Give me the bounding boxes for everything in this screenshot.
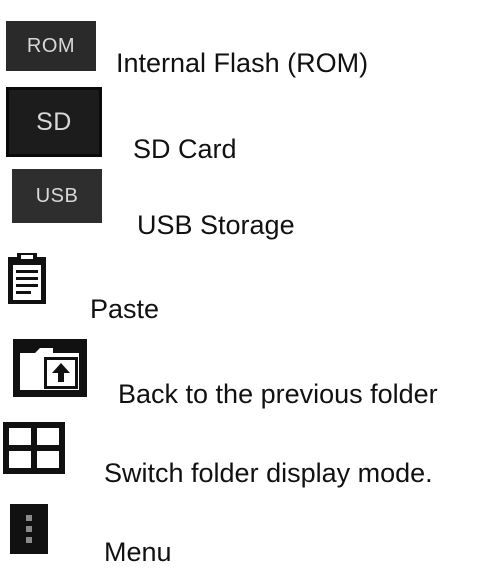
- legend-item-menu: Menu: [0, 0, 500, 568]
- legend-label-menu: Menu: [104, 537, 172, 567]
- menu-dots-icon-graphic: [26, 515, 32, 543]
- menu-dots-icon: [10, 504, 48, 554]
